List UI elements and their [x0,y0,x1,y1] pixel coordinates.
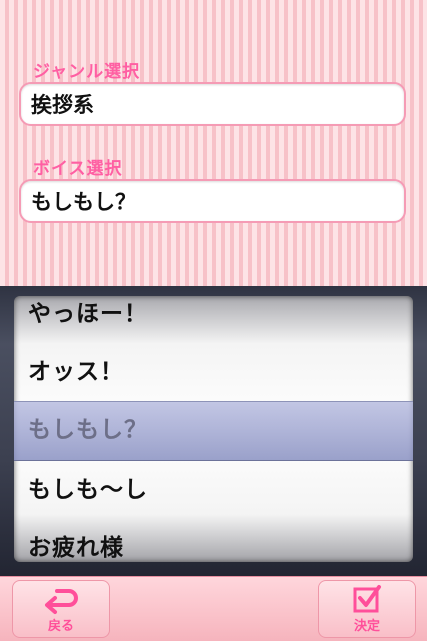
back-button-label: 戻る [47,619,74,634]
checkbox-check-icon [353,585,381,613]
settings-panel: ジャンル選択 挨拶系 ボイス選択 もしもし？ [0,0,427,286]
voice-picker[interactable]: やっほー！ オッス！ もしもし？ もしも〜し お疲れ様 [14,296,413,562]
picker-item-selected[interactable]: もしもし？ [28,410,148,444]
genre-section-label: ジャンル選択 [33,62,141,82]
picker-item[interactable]: やっほー！ [28,296,148,328]
picker-item[interactable]: もしも〜し [28,470,148,504]
picker-item[interactable]: オッス！ [28,352,124,386]
voice-field[interactable]: もしもし？ [19,179,406,223]
bottom-toolbar: 戻る 決定 [0,576,427,641]
back-button[interactable]: 戻る [12,580,110,638]
voice-section-label: ボイス選択 [33,159,123,179]
confirm-button[interactable]: 決定 [318,580,416,638]
return-arrow-icon [45,589,78,614]
picker-item[interactable]: お疲れ様 [28,528,124,562]
genre-field[interactable]: 挨拶系 [19,82,406,126]
confirm-button-label: 決定 [353,619,380,634]
